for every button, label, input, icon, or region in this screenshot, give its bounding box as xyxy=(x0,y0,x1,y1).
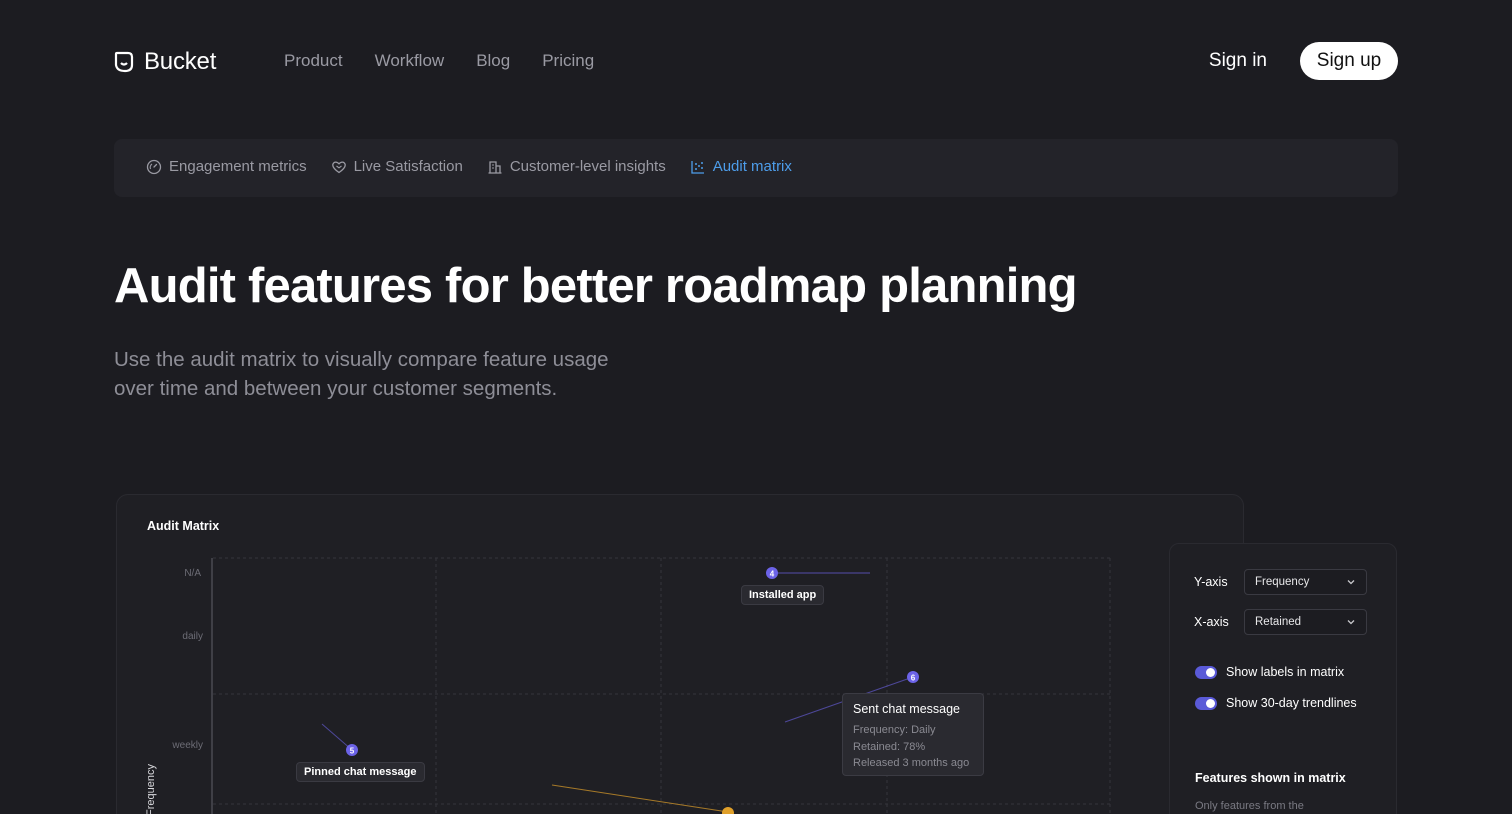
tooltip-released: Released 3 months ago xyxy=(853,757,970,769)
data-point-orange[interactable] xyxy=(722,807,734,814)
select-value: Frequency xyxy=(1255,576,1310,588)
show-labels-row: Show labels in matrix xyxy=(1195,665,1344,679)
y-axis-title: Frequency xyxy=(145,764,157,814)
chevron-down-icon xyxy=(1347,580,1355,585)
show-trendlines-toggle[interactable] xyxy=(1195,696,1217,710)
features-section-description: Only features from the xyxy=(1195,800,1304,812)
toggle-label: Show 30-day trendlines xyxy=(1226,696,1357,710)
select-value: Retained xyxy=(1255,616,1302,628)
data-point-number: 4 xyxy=(770,570,775,579)
data-point-6[interactable]: 6 xyxy=(907,671,919,683)
x-axis-select[interactable]: Retained xyxy=(1244,609,1367,635)
point-tooltip: Sent chat message Frequency: Daily Retai… xyxy=(842,693,984,776)
toggle-label: Show labels in matrix xyxy=(1226,665,1345,679)
y-axis-select[interactable]: Frequency xyxy=(1244,569,1367,595)
data-point-number: 6 xyxy=(911,674,916,683)
y-tick-label: weekly xyxy=(171,740,203,751)
tooltip-retained: Retained: 78% xyxy=(853,740,926,753)
x-axis-label: X-axis xyxy=(1194,615,1229,629)
matrix-settings-panel: Y-axis Frequency X-axis Retained Show la… xyxy=(1169,543,1397,814)
y-axis-control: Y-axis Frequency xyxy=(1194,569,1367,595)
features-section-title: Features shown in matrix xyxy=(1195,771,1346,785)
y-tick-label: N/A xyxy=(184,568,201,579)
chevron-down-icon xyxy=(1347,620,1355,625)
show-trendlines-row: Show 30-day trendlines xyxy=(1195,696,1357,710)
label-installed-app[interactable]: Installed app xyxy=(741,585,825,605)
data-point-4[interactable]: 4 xyxy=(766,567,778,579)
data-point-number: 5 xyxy=(350,747,355,756)
trendline-orange xyxy=(551,784,729,813)
x-axis-control: X-axis Retained xyxy=(1194,609,1367,635)
label-pinned-chat-message[interactable]: Pinned chat message xyxy=(296,762,425,782)
tooltip-frequency: Frequency: Daily xyxy=(853,724,936,736)
show-labels-toggle[interactable] xyxy=(1195,665,1217,679)
y-axis-label: Y-axis xyxy=(1194,575,1228,589)
y-tick-label: daily xyxy=(182,631,203,642)
data-point-5[interactable]: 5 xyxy=(346,744,358,756)
tooltip-title: Sent chat message xyxy=(853,702,961,716)
